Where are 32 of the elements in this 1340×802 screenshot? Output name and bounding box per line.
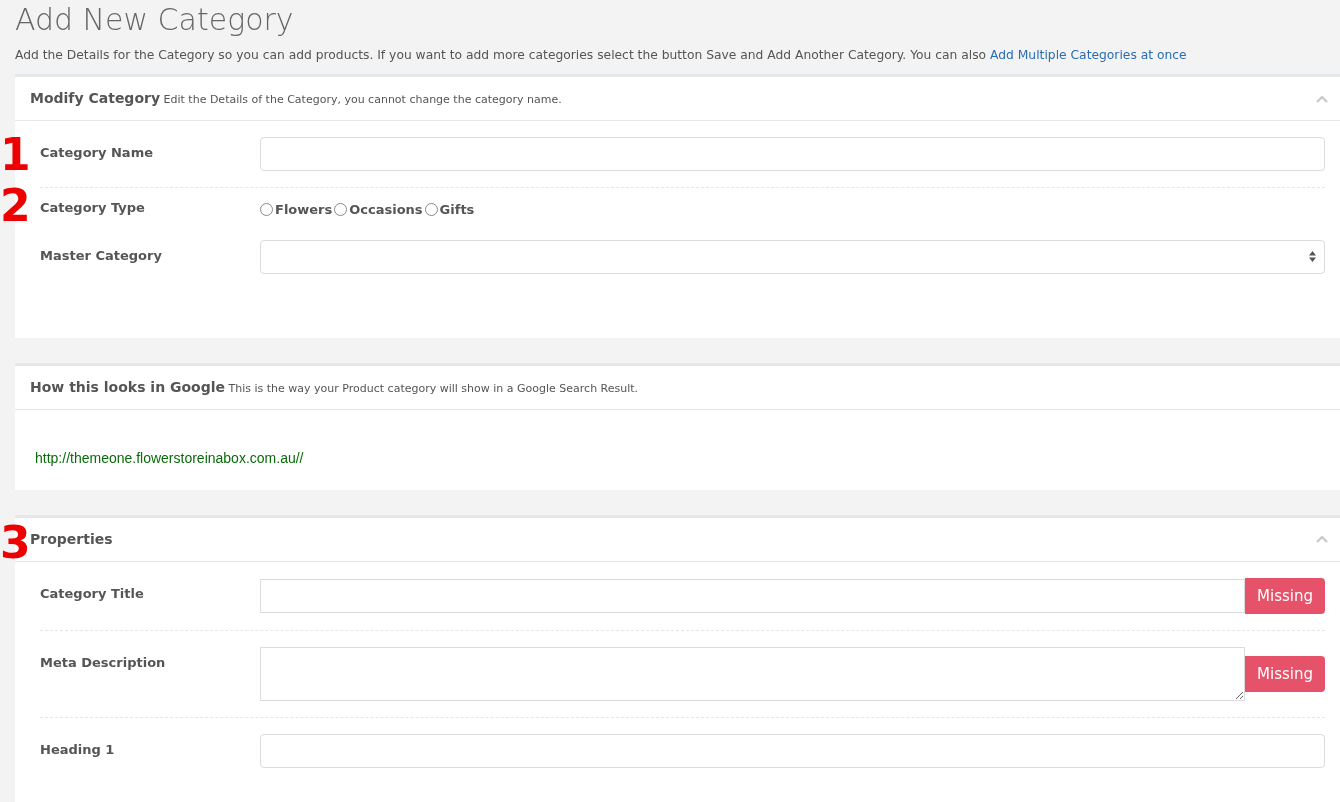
text-field[interactable]	[260, 734, 1325, 768]
radio-button[interactable]	[334, 203, 348, 217]
field-label: Heading 1	[39, 741, 116, 759]
field-label: Master Category	[39, 246, 163, 265]
panel-title: Properties	[30, 529, 113, 549]
radio-button[interactable]	[260, 203, 273, 217]
status-badge: Missing	[1245, 577, 1325, 614]
field-label: Category Name	[39, 144, 154, 162]
chevron-up-icon[interactable]	[1316, 535, 1328, 543]
status-badge: Missing	[1245, 655, 1325, 693]
select-field[interactable]	[260, 239, 1325, 274]
field-label: Meta Description	[39, 654, 167, 672]
annotation-number: 1	[0, 132, 31, 177]
panel-title: How this looks in Google This is the way your Product category will show in a Google Search Result.	[30, 377, 639, 397]
radio-label: Flowers	[275, 201, 333, 219]
text-field[interactable]	[260, 578, 1246, 613]
panel-title: Modify Category Edit the Details of the Category, you cannot change the category name.	[30, 89, 562, 108]
annotation-number: 2	[0, 183, 31, 228]
page-description: Add the Details for the Category so you can add products. If you want to add more categories select the button Save and Add Another Category. You can also Add Multiple Categories at once	[14, 47, 1188, 64]
field-label: Category Title	[39, 584, 145, 603]
annotation-number: 3	[0, 520, 31, 565]
radio-label: Gifts	[439, 201, 475, 219]
text-area[interactable]	[260, 647, 1246, 701]
field-label: Category Type	[39, 199, 146, 217]
page-title: Add New Category	[14, 1, 295, 39]
add-multiple-link[interactable]: Add Multiple Categories at once	[990, 48, 1187, 62]
text-field[interactable]	[260, 137, 1325, 171]
preview-url: http://themeone.flowerstoreinabox.com.au//	[35, 449, 304, 466]
chevron-up-icon[interactable]	[1316, 94, 1328, 103]
radio-button[interactable]	[424, 203, 438, 217]
radio-label: Occasions	[349, 201, 423, 219]
sort-arrows-icon	[1309, 251, 1316, 262]
